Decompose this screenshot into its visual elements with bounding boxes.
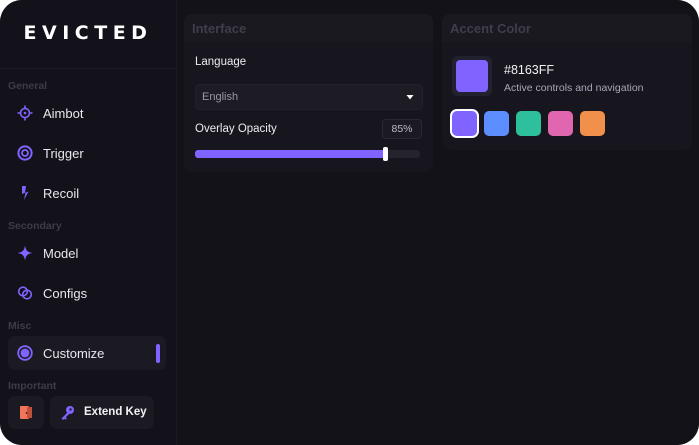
color-swatch[interactable]: [484, 111, 509, 136]
sparkle-icon: [17, 245, 33, 261]
section-label-general: General: [8, 80, 48, 92]
app-logo: EVICTED: [23, 22, 153, 44]
color-preview: [456, 60, 488, 92]
main-content: Interface Language English Overlay Opaci…: [177, 0, 699, 445]
logout-button[interactable]: [8, 396, 44, 429]
color-swatch[interactable]: [452, 111, 477, 136]
section-label-important: Important: [8, 380, 57, 392]
sidebar-item-customize[interactable]: Customize: [8, 336, 166, 370]
chevron-down-icon: [406, 95, 414, 100]
sidebar-item-label: Configs: [43, 286, 88, 301]
section-label-misc: Misc: [8, 320, 32, 332]
language-select[interactable]: English: [195, 84, 423, 110]
key-icon: [61, 406, 74, 420]
section-label-secondary: Secondary: [8, 220, 62, 232]
opacity-value-box[interactable]: 85%: [382, 119, 422, 139]
language-value: English: [202, 91, 239, 103]
color-swatch[interactable]: [580, 111, 605, 136]
accent-card-header: Accent Color: [442, 14, 692, 42]
sidebar-item-label: Trigger: [43, 146, 84, 161]
link-circles-icon: [17, 286, 33, 300]
extend-key-label: Extend Key: [84, 406, 147, 418]
active-indicator: [156, 344, 160, 363]
color-swatch[interactable]: [516, 111, 541, 136]
sidebar-item-label: Model: [43, 246, 79, 261]
palette-circle-icon: [17, 345, 33, 361]
sidebar: EVICTED General Aimbot Trigger Recoil Se…: [0, 0, 177, 445]
interface-card-header: Interface: [184, 14, 433, 42]
app-window: EVICTED General Aimbot Trigger Recoil Se…: [0, 0, 699, 445]
interface-card-title: Interface: [192, 21, 247, 36]
target-ring-icon: [17, 145, 33, 161]
bolt-icon: [22, 186, 29, 200]
logout-door-icon: [20, 406, 32, 419]
extend-key-button[interactable]: Extend Key: [50, 396, 154, 429]
opacity-value-text: 85%: [391, 123, 413, 135]
opacity-slider-fill: [195, 150, 386, 158]
sidebar-item-configs[interactable]: Configs: [8, 276, 166, 310]
interface-card: Interface Language English Overlay Opaci…: [184, 14, 433, 172]
accent-description: Active controls and navigation: [504, 82, 644, 94]
accent-card-title: Accent Color: [450, 21, 531, 36]
sidebar-item-trigger[interactable]: Trigger: [8, 136, 166, 170]
opacity-slider-thumb[interactable]: [383, 147, 388, 161]
crosshair-icon: [17, 105, 33, 121]
sidebar-divider: [0, 68, 176, 69]
color-swatch[interactable]: [548, 111, 573, 136]
sidebar-item-recoil[interactable]: Recoil: [8, 176, 166, 210]
sidebar-item-label: Recoil: [43, 186, 80, 201]
opacity-slider[interactable]: [195, 147, 420, 161]
accent-hex-value: #8163FF: [504, 63, 555, 77]
sidebar-item-label: Aimbot: [43, 106, 84, 121]
accent-color-card: Accent Color #8163FF Active controls and…: [442, 14, 692, 150]
sidebar-item-model[interactable]: Model: [8, 236, 166, 270]
overlay-opacity-label: Overlay Opacity: [195, 123, 277, 135]
language-label: Language: [195, 56, 247, 68]
sidebar-item-aimbot[interactable]: Aimbot: [8, 96, 166, 130]
color-preview-frame: [452, 56, 492, 96]
sidebar-item-label: Customize: [43, 346, 105, 361]
